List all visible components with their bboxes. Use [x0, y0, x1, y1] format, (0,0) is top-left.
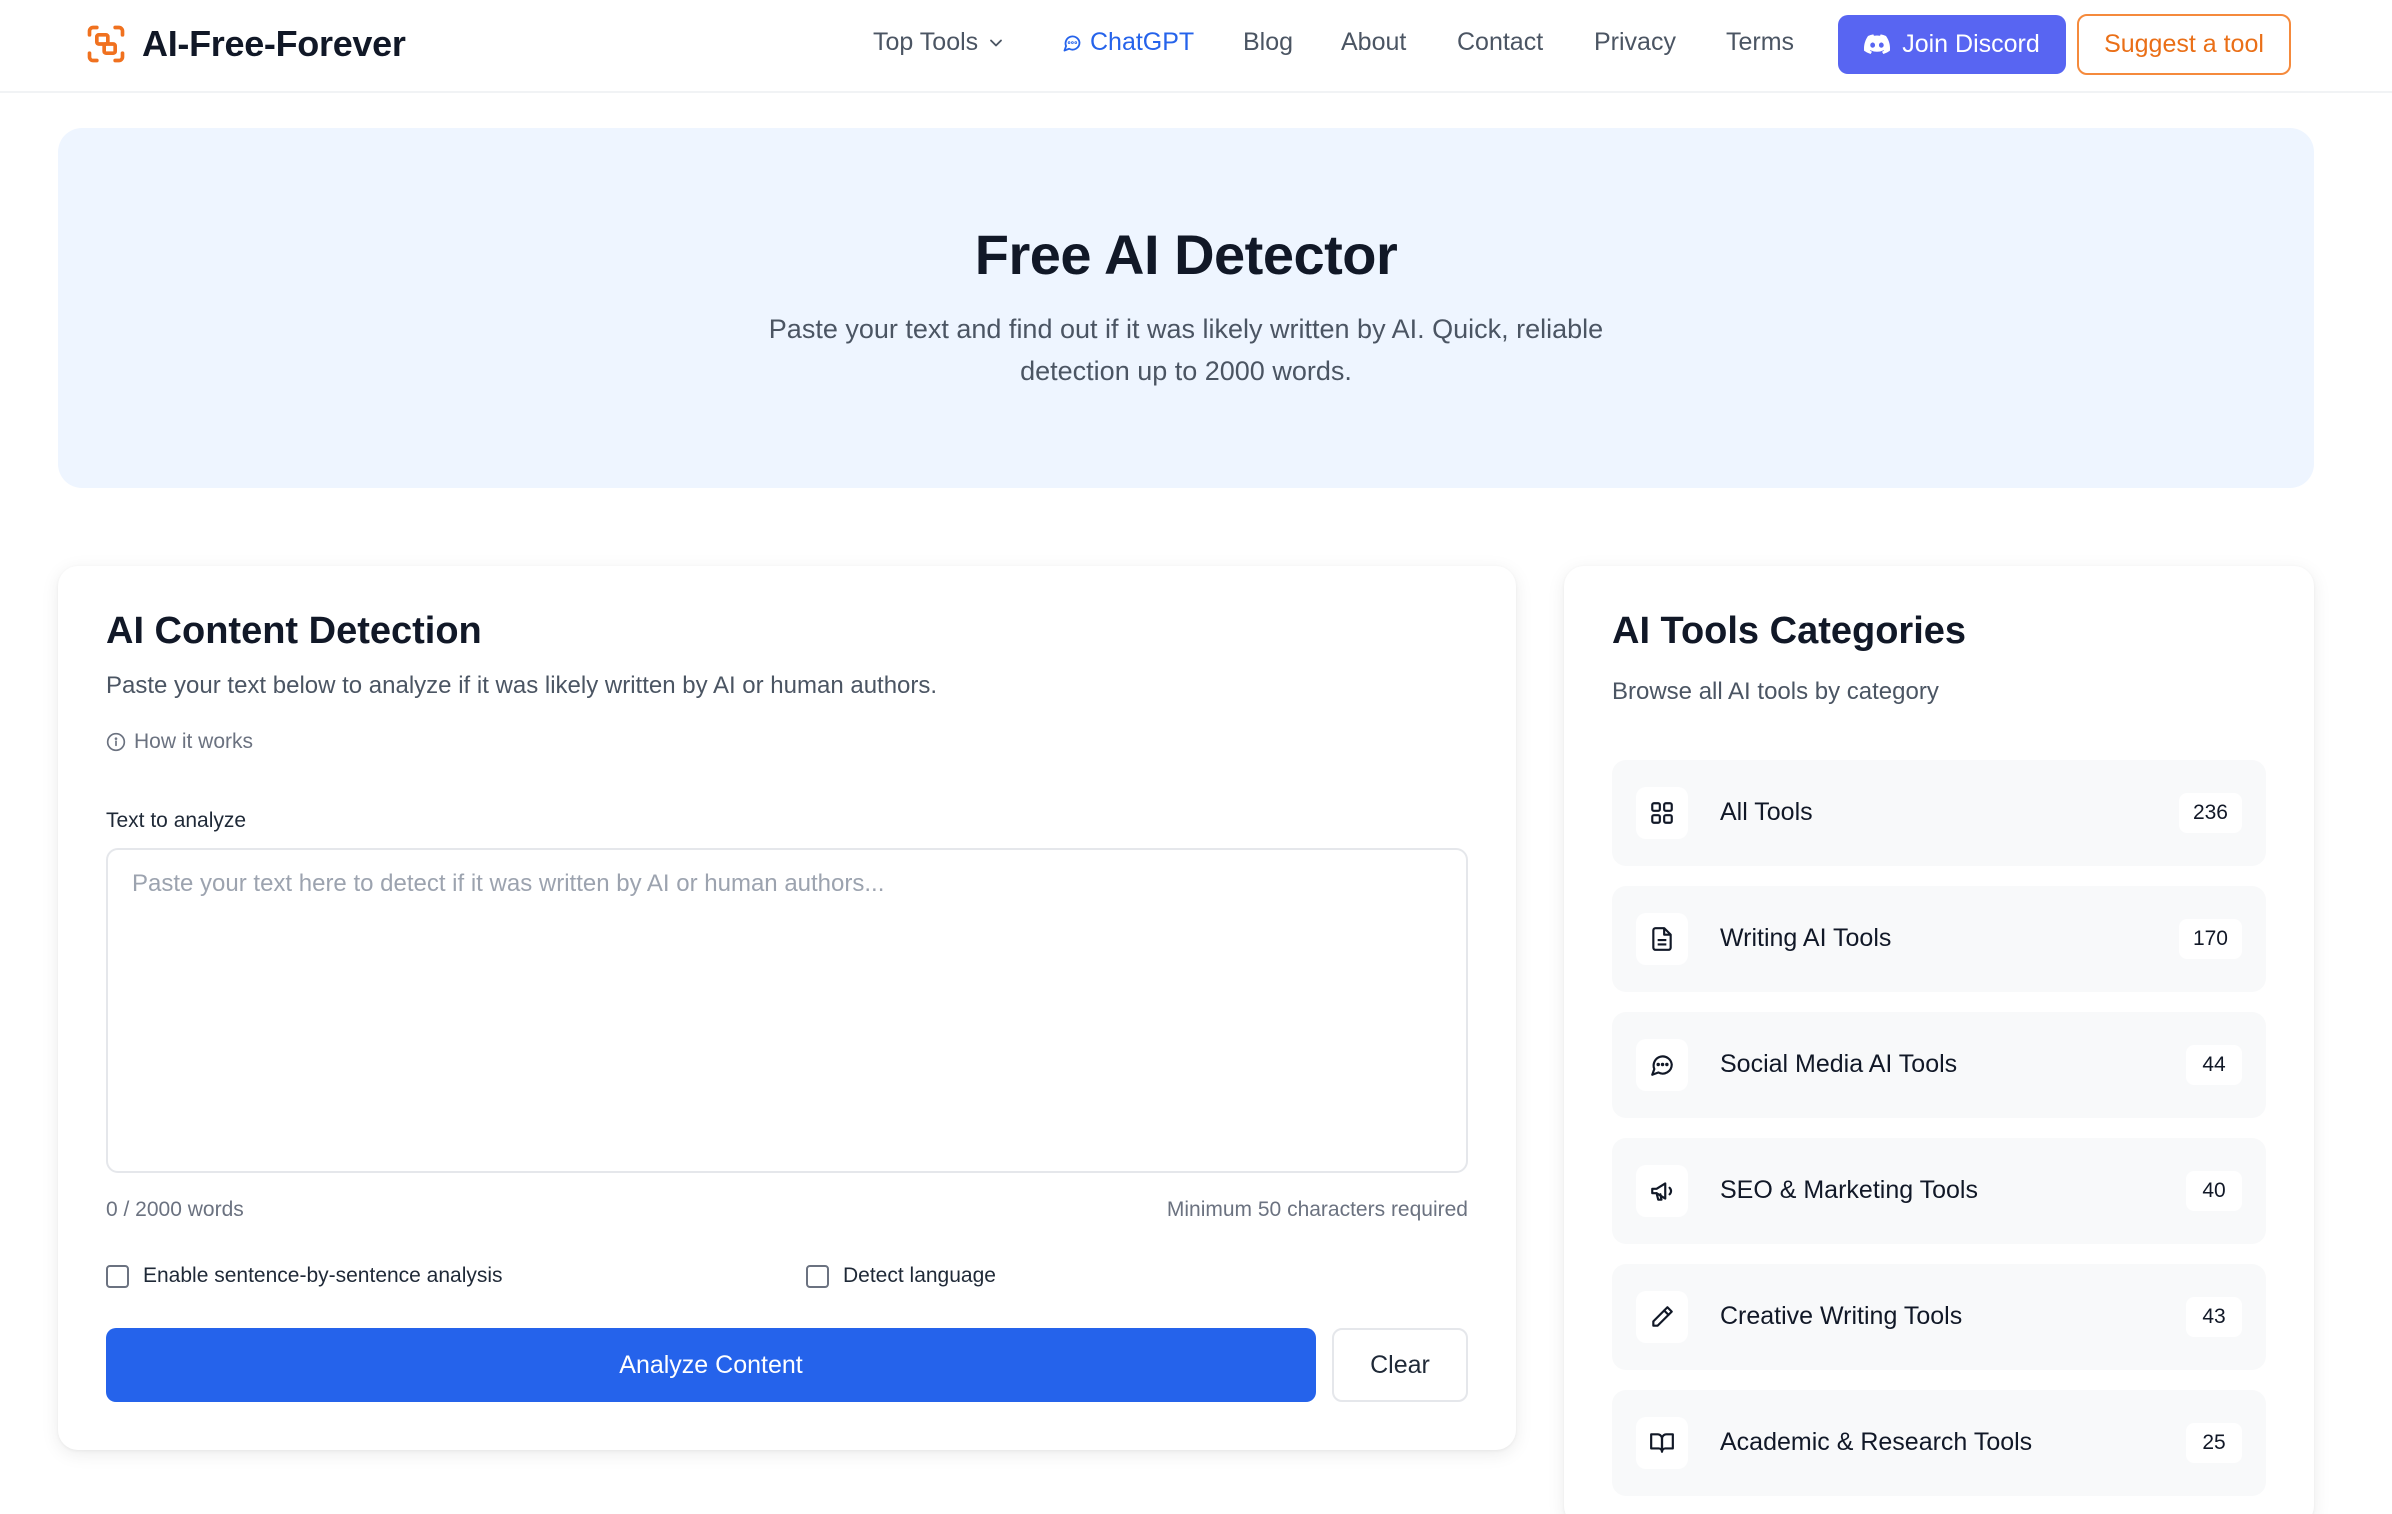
suggest-tool-button[interactable]: Suggest a tool	[2077, 14, 2291, 75]
word-count: 0 / 2000 words	[106, 1198, 244, 1221]
clear-button[interactable]: Clear	[1332, 1328, 1468, 1402]
nav-contact[interactable]: Contact	[1457, 28, 1543, 57]
category-social-media[interactable]: Social Media AI Tools 44	[1612, 1012, 2266, 1118]
category-count: 44	[2186, 1045, 2242, 1085]
category-icon-wrap	[1636, 787, 1688, 839]
category-icon-wrap	[1636, 1417, 1688, 1469]
category-academic-research[interactable]: Academic & Research Tools 25	[1612, 1390, 2266, 1496]
site-header: AI-Free-Forever Top Tools ChatGPT Blog A…	[0, 0, 2392, 93]
category-seo-marketing[interactable]: SEO & Marketing Tools 40	[1612, 1138, 2266, 1244]
category-writing[interactable]: Writing AI Tools 170	[1612, 886, 2266, 992]
page-title: Free AI Detector	[974, 223, 1398, 286]
detect-language-label: Detect language	[843, 1264, 996, 1287]
category-icon-wrap	[1636, 913, 1688, 965]
detection-card: AI Content Detection Paste your text bel…	[58, 566, 1516, 1450]
nav-terms[interactable]: Terms	[1726, 28, 1794, 57]
category-label: All Tools	[1720, 798, 1813, 826]
book-icon	[1650, 1433, 1674, 1453]
categories-subtitle: Browse all AI tools by category	[1612, 678, 1939, 705]
category-count: 40	[2186, 1171, 2242, 1211]
discord-icon	[1864, 33, 1891, 54]
brand-name: AI-Free-Forever	[142, 23, 406, 64]
chevron-down-icon	[990, 39, 1003, 46]
detection-subtitle: Paste your text below to analyze if it w…	[106, 672, 938, 699]
checkbox-box[interactable]	[806, 1264, 829, 1288]
min-chars-note: Minimum 50 characters required	[1166, 1198, 1468, 1221]
nav-privacy[interactable]: Privacy	[1594, 28, 1676, 57]
nav-chatgpt[interactable]: ChatGPT	[1062, 28, 1194, 57]
analyze-content-button[interactable]: Analyze Content	[106, 1328, 1316, 1402]
nav-top-tools[interactable]: Top Tools	[873, 28, 1006, 57]
brand-logo[interactable]: AI-Free-Forever	[84, 22, 406, 66]
grid-icon	[1651, 802, 1673, 824]
category-label: Creative Writing Tools	[1720, 1302, 1963, 1330]
document-icon	[1652, 927, 1672, 951]
how-it-works-link[interactable]: How it works	[106, 730, 253, 754]
category-count: 25	[2186, 1423, 2242, 1463]
category-label: Writing AI Tools	[1720, 924, 1892, 952]
hero-banner: Free AI Detector Paste your text and fin…	[58, 128, 2314, 488]
text-to-analyze-input[interactable]	[106, 848, 1468, 1173]
hero-subtitle: Paste your text and find out if it was l…	[768, 314, 1604, 386]
how-it-works-label: How it works	[134, 730, 254, 753]
join-discord-label: Join Discord	[1902, 30, 2040, 58]
nav-top-tools-label: Top Tools	[873, 28, 979, 56]
join-discord-button[interactable]: Join Discord	[1838, 15, 2066, 74]
category-icon-wrap	[1636, 1165, 1688, 1217]
category-icon-wrap	[1636, 1039, 1688, 1091]
nav-blog[interactable]: Blog	[1243, 28, 1293, 57]
sentence-analysis-label: Enable sentence-by-sentence analysis	[143, 1264, 503, 1287]
category-count: 43	[2186, 1297, 2242, 1337]
category-label: SEO & Marketing Tools	[1720, 1176, 1978, 1204]
sentence-analysis-checkbox[interactable]: Enable sentence-by-sentence analysis	[106, 1264, 503, 1288]
nav-chatgpt-label: ChatGPT	[1090, 28, 1195, 56]
chat-bubble-icon	[1651, 1055, 1673, 1076]
info-icon	[106, 732, 126, 752]
category-count: 236	[2178, 793, 2242, 833]
detection-title: AI Content Detection	[106, 610, 482, 652]
category-label: Academic & Research Tools	[1720, 1428, 2033, 1456]
megaphone-icon	[1651, 1182, 1673, 1201]
checkbox-box[interactable]	[106, 1264, 129, 1288]
category-icon-wrap	[1636, 1291, 1688, 1343]
pencil-icon	[1652, 1306, 1673, 1327]
text-field-label: Text to analyze	[106, 809, 247, 832]
category-creative-writing[interactable]: Creative Writing Tools 43	[1612, 1264, 2266, 1370]
category-label: Social Media AI Tools	[1720, 1050, 1958, 1078]
nav-about[interactable]: About	[1341, 28, 1406, 57]
category-count: 170	[2178, 919, 2242, 959]
categories-title: AI Tools Categories	[1612, 610, 1967, 652]
chat-bubble-icon	[1063, 35, 1081, 51]
categories-card: AI Tools Categories Browse all AI tools …	[1564, 566, 2314, 1514]
detect-language-checkbox[interactable]: Detect language	[806, 1264, 996, 1288]
scan-logo-icon	[87, 25, 125, 63]
category-all-tools[interactable]: All Tools 236	[1612, 760, 2266, 866]
